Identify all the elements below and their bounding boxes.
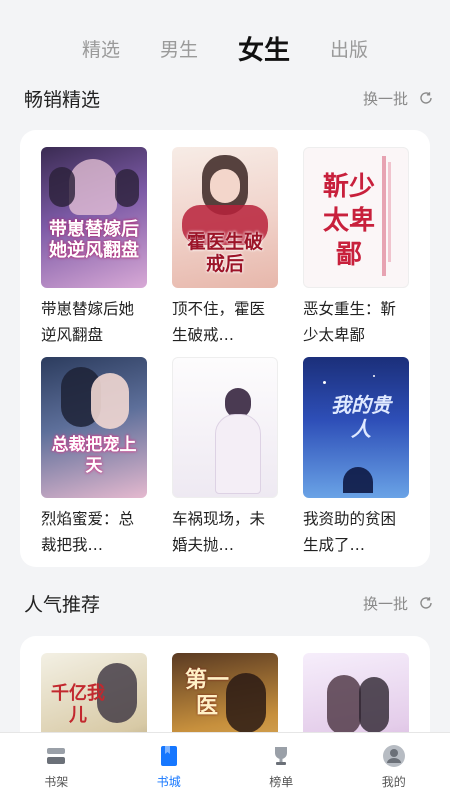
- book-title: 我资助的贫困生成了…: [303, 510, 397, 554]
- book-cover: 我的贵人: [303, 357, 409, 498]
- book-title: 带崽替嫁后她逆风翻盘: [41, 300, 135, 344]
- tab-featured[interactable]: 精选: [82, 35, 120, 62]
- book-cover: 靳少太卑鄙: [303, 147, 409, 288]
- book-item[interactable]: 我的贵人 我资助的贫困生成了…: [303, 357, 409, 558]
- bookshelf-icon: [47, 748, 66, 764]
- cover-title: 我的贵人: [331, 393, 391, 441]
- trophy-icon: [275, 747, 288, 765]
- nav-ranking[interactable]: 榜单: [241, 743, 321, 790]
- nav-label: 榜单: [269, 775, 294, 789]
- nav-label: 书架: [44, 775, 69, 789]
- bestseller-card: 带崽替嫁后她逆风翻盘 带崽替嫁后她逆风翻盘 霍医生破戒后 顶不住，霍医生破戒… …: [20, 130, 430, 567]
- cover-title: 靳少太卑鄙: [322, 172, 375, 270]
- refresh-button[interactable]: 换一批: [363, 593, 434, 614]
- nav-label: 我的: [381, 775, 406, 789]
- nav-bookshelf[interactable]: 书架: [16, 743, 96, 790]
- section-header-bestseller: 畅销精选 换一批: [24, 83, 434, 113]
- refresh-icon: [420, 92, 432, 104]
- book-cover: 带崽替嫁后她逆风翻盘: [41, 147, 147, 288]
- cover-title: 带崽替嫁后她逆风翻盘: [49, 219, 139, 261]
- book-item[interactable]: 车祸现场，未婚夫抛…: [172, 357, 278, 558]
- book-item[interactable]: 总裁把宠上天 烈焰蜜爱：总裁把我…: [41, 357, 147, 558]
- book-cover: [172, 357, 278, 498]
- book-title: 顶不住，霍医生破戒…: [172, 300, 266, 344]
- section-header-popular: 人气推荐 换一批: [24, 588, 434, 618]
- book-item[interactable]: 带崽替嫁后她逆风翻盘 带崽替嫁后她逆风翻盘: [41, 147, 147, 348]
- book-title: 恶女重生：靳少太卑鄙: [303, 300, 397, 344]
- book-item[interactable]: 霍医生破戒后 顶不住，霍医生破戒…: [172, 147, 278, 348]
- bottom-nav: 书架 书城 榜单 我的: [0, 732, 450, 800]
- section-title: 人气推荐: [24, 593, 101, 616]
- nav-profile[interactable]: 我的: [354, 743, 434, 790]
- tab-female[interactable]: 女生: [238, 30, 290, 67]
- profile-icon: [382, 745, 405, 767]
- bookstore-icon: [160, 746, 177, 766]
- refresh-label: 换一批: [362, 594, 408, 613]
- book-item[interactable]: 靳少太卑鄙 恶女重生：靳少太卑鄙: [303, 147, 409, 348]
- refresh-button[interactable]: 换一批: [363, 88, 434, 109]
- tab-publishing[interactable]: 出版: [330, 35, 368, 62]
- nav-label: 书城: [156, 775, 181, 789]
- refresh-label: 换一批: [362, 89, 408, 108]
- section-title: 畅销精选: [24, 88, 101, 111]
- book-title: 烈焰蜜爱：总裁把我…: [41, 510, 135, 554]
- nav-bookstore[interactable]: 书城: [129, 743, 209, 790]
- book-cover: 总裁把宠上天: [41, 357, 147, 498]
- cover-title: 霍医生破戒后: [186, 231, 263, 275]
- category-tabs: 精选 男生 女生 出版: [0, 0, 450, 90]
- cover-vertical-text: [189, 372, 217, 432]
- cover-title: 第一医: [184, 667, 229, 719]
- tab-male[interactable]: 男生: [160, 35, 198, 62]
- cover-title: 总裁把宠上天: [51, 435, 137, 476]
- book-title: 车祸现场，未婚夫抛…: [172, 510, 266, 554]
- book-cover: 霍医生破戒后: [172, 147, 278, 288]
- refresh-icon: [420, 597, 432, 609]
- cover-title: 千亿我儿: [51, 683, 105, 726]
